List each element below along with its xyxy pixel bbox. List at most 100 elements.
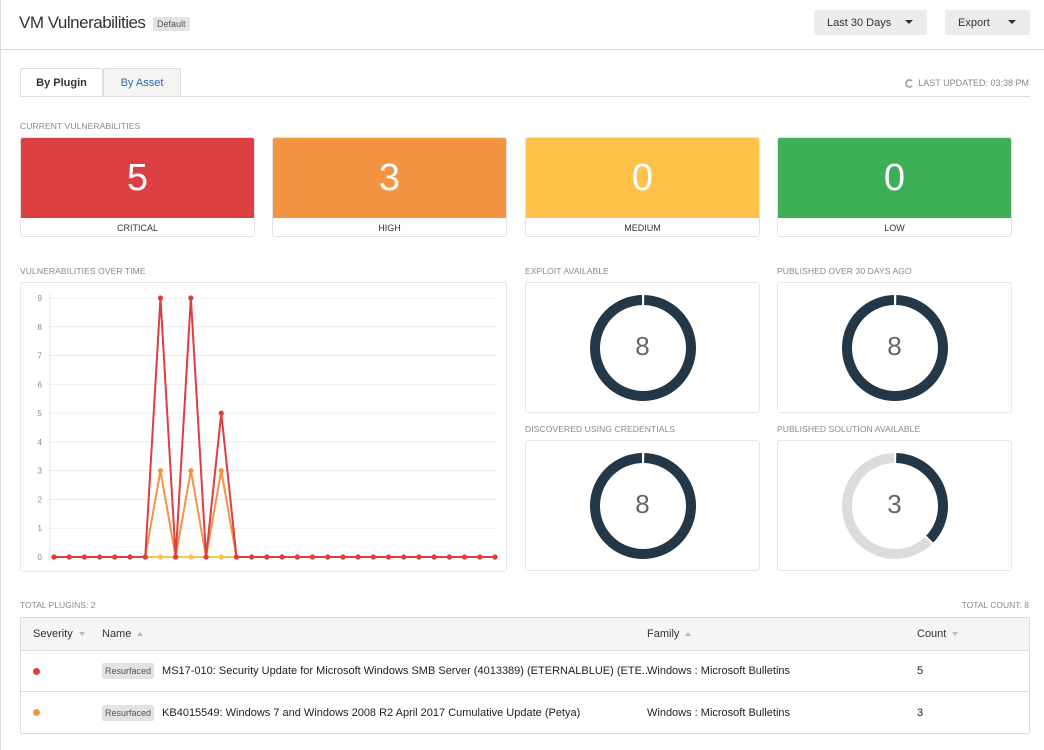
data-point-critical: [309, 554, 316, 560]
data-point-critical: [203, 554, 209, 560]
resurfaced-tag: Resurfaced: [102, 663, 155, 679]
data-point-high: [188, 468, 194, 474]
total-count: TOTAL COUNT: 8: [961, 600, 1029, 610]
medium-count: 0: [526, 138, 759, 218]
export-dropdown[interactable]: Export: [945, 10, 1030, 35]
line-chart-svg: 0 1 2 3 4 5 6 7 8 9: [38, 294, 498, 562]
high-card[interactable]: 3 HIGH: [272, 137, 507, 237]
data-point-critical: [446, 554, 452, 560]
published-over-30-days-donut[interactable]: 8: [777, 282, 1012, 413]
low-label: LOW: [778, 218, 1011, 236]
published-solution-available-donut[interactable]: 3: [777, 440, 1012, 571]
data-point-medium: [157, 554, 164, 560]
name-cell: Resurfaced MS17-010: Security Update for…: [102, 651, 651, 691]
data-point-critical: [97, 554, 103, 560]
published-over-30-days-label: PUBLISHED OVER 30 DAYS AGO: [777, 266, 912, 276]
sort-desc-icon: [952, 632, 959, 636]
data-point-critical: [340, 554, 346, 560]
last-updated[interactable]: LAST UPDATED: 03:38 PM: [905, 78, 1029, 88]
medium-label: MEDIUM: [526, 218, 759, 236]
low-card[interactable]: 0 LOW: [777, 137, 1012, 237]
column-name[interactable]: Name: [102, 618, 144, 650]
critical-card[interactable]: 5 CRITICAL: [20, 137, 255, 237]
data-point-medium: [188, 554, 194, 560]
data-point-critical: [492, 554, 498, 560]
severity-cell: [33, 651, 40, 691]
data-point-critical: [279, 554, 285, 560]
data-point-critical: [157, 295, 164, 301]
exploit-available-label: EXPLOIT AVAILABLE: [525, 266, 609, 276]
y-tick-label: 0: [38, 553, 43, 562]
data-point-critical: [416, 554, 422, 560]
current-vulnerabilities-label: CURRENT VULNERABILITIES: [20, 121, 141, 131]
data-point-critical: [51, 554, 57, 560]
medium-card[interactable]: 0 MEDIUM: [525, 137, 760, 237]
family-cell: Windows : Microsoft Bulletins: [647, 706, 791, 719]
y-tick-label: 8: [38, 323, 43, 332]
column-count-label: Count: [917, 628, 947, 640]
sort-asc-icon: [685, 632, 692, 636]
donut-value: 8: [887, 331, 902, 361]
table-row[interactable]: Resurfaced KB4015549: Windows 7 and Wind…: [21, 692, 1029, 733]
donut-value: 8: [635, 331, 650, 361]
sort-asc-icon: [137, 632, 144, 636]
column-family-label: Family: [647, 628, 680, 640]
donut-value: 3: [887, 489, 902, 519]
refresh-icon[interactable]: [905, 78, 915, 88]
data-point-high: [157, 468, 164, 474]
plugins-table: Severity Name Family Count Resurfaced MS…: [20, 617, 1030, 734]
caret-down-icon: [905, 20, 913, 24]
data-point-critical: [294, 554, 300, 560]
high-label: HIGH: [273, 218, 506, 236]
column-severity-label: Severity: [33, 628, 73, 640]
data-point-medium: [218, 554, 224, 560]
column-count[interactable]: Count: [917, 618, 959, 650]
last-updated-text: LAST UPDATED: 03:38 PM: [918, 78, 1029, 88]
page-title: VM Vulnerabilities: [19, 13, 146, 32]
tab-by-asset[interactable]: By Asset: [103, 68, 181, 97]
critical-count: 5: [21, 138, 254, 218]
discovered-using-credentials-label: DISCOVERED USING CREDENTIALS: [525, 424, 676, 434]
column-family[interactable]: Family: [647, 618, 692, 650]
published-solution-available-label: PUBLISHED SOLUTION AVAILABLE: [777, 424, 921, 434]
series-line-high: [54, 469, 495, 558]
severity-critical-dot: [33, 667, 40, 675]
plugin-name[interactable]: MS17-010: Security Update for Microsoft …: [162, 665, 651, 677]
data-point-critical: [401, 554, 407, 560]
y-tick-label: 4: [38, 438, 43, 447]
data-point-critical: [249, 554, 255, 560]
severity-high-dot: [33, 709, 40, 716]
exploit-available-donut[interactable]: 8: [525, 282, 760, 413]
date-range-dropdown[interactable]: Last 30 Days: [814, 10, 927, 35]
low-count: 0: [778, 138, 1011, 218]
table-row[interactable]: Resurfaced MS17-010: Security Update for…: [21, 651, 1029, 692]
tab-by-plugin[interactable]: By Plugin: [20, 68, 103, 97]
data-point-critical: [370, 554, 376, 560]
data-point-critical: [355, 554, 361, 560]
data-point-critical: [188, 295, 194, 301]
data-point-critical: [431, 554, 437, 560]
export-label: Export: [958, 16, 990, 29]
total-plugins: TOTAL PLUGINS: 2: [20, 600, 96, 610]
data-point-critical: [81, 554, 88, 560]
header: VM Vulnerabilities Default Last 30 Days …: [1, 0, 1044, 50]
data-point-critical: [218, 410, 224, 416]
table-header: Severity Name Family Count: [21, 618, 1029, 651]
series-line-critical: [54, 297, 495, 558]
discovered-using-credentials-donut[interactable]: 8: [525, 440, 760, 571]
y-tick-label: 3: [38, 467, 43, 476]
data-point-critical: [66, 554, 72, 560]
column-severity[interactable]: Severity: [33, 618, 85, 650]
family-cell: Windows : Microsoft Bulletins: [647, 665, 791, 677]
data-point-high: [218, 468, 224, 474]
data-point-critical: [325, 554, 331, 560]
chart-title: VULNERABILITIES OVER TIME: [20, 266, 146, 276]
donut-value: 8: [635, 489, 650, 519]
count-cell: 3: [917, 706, 924, 719]
page: VM Vulnerabilities Default Last 30 Days …: [0, 0, 1044, 750]
plugin-name[interactable]: KB4015549: Windows 7 and Windows 2008 R2…: [162, 707, 580, 719]
data-point-critical: [173, 554, 179, 560]
sort-desc-icon: [78, 632, 85, 636]
severity-cell: [33, 692, 40, 733]
caret-down-icon: [1008, 20, 1016, 24]
